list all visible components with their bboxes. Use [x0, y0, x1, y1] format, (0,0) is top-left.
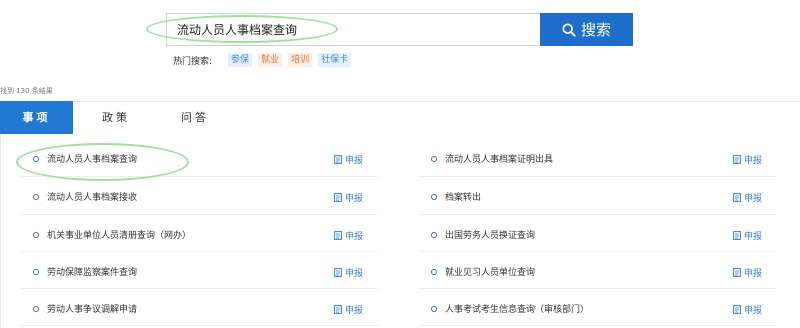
- item-name[interactable]: 劳动人事争议调解申请: [47, 302, 137, 315]
- document-icon: [733, 268, 741, 277]
- hot-tag-canbao[interactable]: 参保: [228, 53, 253, 67]
- bullet-icon: [431, 155, 437, 162]
- apply-label: 申报: [345, 232, 364, 242]
- list-item[interactable]: 就业见习人员单位查询: [431, 260, 535, 283]
- document-icon: [334, 193, 342, 202]
- search-bar: 搜索: [166, 13, 633, 46]
- apply-label: 申报: [744, 306, 763, 316]
- apply-link[interactable]: 申报: [733, 229, 762, 242]
- document-icon: [733, 155, 741, 164]
- bullet-icon: [431, 268, 437, 275]
- apply-label: 申报: [744, 269, 763, 279]
- tab-qa[interactable]: 问答: [159, 101, 231, 134]
- bullet-icon: [33, 155, 39, 162]
- list-item[interactable]: 劳动人事争议调解申请: [33, 297, 137, 320]
- row-divider: [20, 214, 378, 215]
- list-item[interactable]: 机关事业单位人员清册查询（网办）: [33, 223, 191, 246]
- list-item[interactable]: 流动人员人事档案查询: [33, 147, 137, 170]
- hot-tag-jiuye[interactable]: 就业: [258, 53, 283, 67]
- bullet-icon: [33, 193, 39, 200]
- row-divider: [418, 214, 776, 215]
- hot-search: 热门搜索: 参保 就业 培训 社保卡: [173, 53, 357, 67]
- list-item[interactable]: 人事考试考生信息查询（审核部门）: [431, 297, 589, 320]
- apply-link[interactable]: 申报: [733, 153, 762, 166]
- apply-label: 申报: [345, 156, 364, 166]
- list-item[interactable]: 劳动保障监察案件查询: [33, 260, 137, 283]
- apply-link[interactable]: 申报: [733, 303, 762, 316]
- apply-label: 申报: [345, 306, 364, 316]
- search-button-label: 搜索: [580, 21, 611, 39]
- tab-items[interactable]: 事项: [0, 101, 73, 134]
- document-icon: [334, 231, 342, 240]
- bullet-icon: [33, 305, 39, 312]
- apply-label: 申报: [345, 194, 364, 204]
- item-name[interactable]: 流动人员人事档案接收: [47, 190, 137, 203]
- item-name[interactable]: 劳动保障监察案件查询: [47, 265, 137, 278]
- row-divider: [20, 176, 378, 177]
- list-item[interactable]: 流动人员人事档案接收: [33, 185, 137, 208]
- tab-policy[interactable]: 政策: [73, 101, 159, 134]
- hot-tag-shebaoka[interactable]: 社保卡: [318, 53, 352, 67]
- row-divider: [418, 325, 776, 326]
- list-item[interactable]: 流动人员人事档案证明出具: [431, 147, 553, 170]
- list-item[interactable]: 档案转出: [431, 185, 481, 208]
- document-icon: [334, 268, 342, 277]
- search-button[interactable]: 搜索: [540, 13, 633, 46]
- document-icon: [334, 305, 342, 314]
- item-name[interactable]: 就业见习人员单位查询: [445, 265, 535, 278]
- item-name[interactable]: 流动人员人事档案查询: [47, 152, 137, 165]
- item-name[interactable]: 人事考试考生信息查询（审核部门）: [445, 302, 589, 315]
- search-icon: [562, 22, 576, 37]
- bullet-icon: [431, 305, 437, 312]
- apply-link[interactable]: 申报: [334, 153, 363, 166]
- apply-label: 申报: [744, 232, 763, 242]
- item-name[interactable]: 流动人员人事档案证明出具: [445, 152, 553, 165]
- item-name[interactable]: 机关事业单位人员清册查询（网办）: [47, 228, 191, 241]
- row-divider: [20, 251, 378, 252]
- row-divider: [418, 176, 776, 177]
- hot-search-label: 热门搜索:: [173, 56, 213, 67]
- row-divider: [418, 288, 776, 289]
- apply-link[interactable]: 申报: [334, 229, 363, 242]
- bullet-icon: [431, 193, 437, 200]
- document-icon: [733, 193, 741, 202]
- row-divider: [20, 288, 378, 289]
- bullet-icon: [431, 231, 437, 238]
- apply-link[interactable]: 申报: [334, 266, 363, 279]
- apply-link[interactable]: 申报: [334, 191, 363, 204]
- apply-link[interactable]: 申报: [334, 303, 363, 316]
- apply-label: 申报: [744, 156, 763, 166]
- item-name[interactable]: 出国劳务人员换证查询: [445, 228, 535, 241]
- result-tabs: 事项 政策 问答: [0, 101, 231, 134]
- row-divider: [20, 325, 378, 326]
- document-icon: [733, 305, 741, 314]
- apply-label: 申报: [345, 269, 364, 279]
- apply-link[interactable]: 申报: [733, 191, 762, 204]
- result-count: 找到 130 条结果: [0, 87, 53, 95]
- search-input[interactable]: [166, 13, 540, 46]
- row-divider: [418, 251, 776, 252]
- apply-link[interactable]: 申报: [733, 266, 762, 279]
- bullet-icon: [33, 268, 39, 275]
- hot-tag-peixun[interactable]: 培训: [288, 53, 313, 67]
- document-icon: [334, 155, 342, 164]
- list-item[interactable]: 出国劳务人员换证查询: [431, 223, 535, 246]
- item-name[interactable]: 档案转出: [445, 190, 481, 203]
- apply-label: 申报: [744, 194, 763, 204]
- document-icon: [733, 231, 741, 240]
- bullet-icon: [33, 231, 39, 238]
